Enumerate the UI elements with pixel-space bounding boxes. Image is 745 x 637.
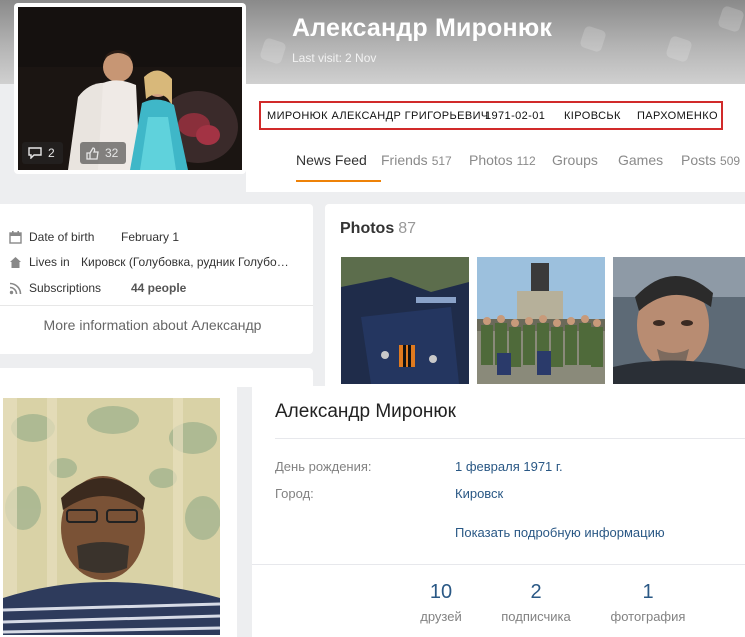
divider: [275, 438, 745, 439]
photo-thumb-selfie[interactable]: [613, 257, 745, 384]
tab-label: Posts: [681, 152, 717, 168]
photo-thumb-parade[interactable]: [341, 257, 469, 384]
vk-stat-label: фотография: [610, 609, 686, 624]
last-visit-label: Last visit:: [292, 51, 343, 65]
vk-stat-value: 2: [530, 581, 542, 603]
tab-label: News Feed: [296, 152, 367, 168]
calendar-icon: [8, 230, 22, 244]
last-visit: Last visit: 2 Nov: [292, 51, 376, 65]
divider: [0, 305, 313, 306]
profile-tabs: News Feed Friends 517 Photos 112 Groups Ga…: [296, 152, 740, 182]
avatar-likes-badge[interactable]: 32: [80, 142, 127, 164]
avatar-comments-badge[interactable]: 2: [22, 142, 63, 164]
vk-profile-avatar[interactable]: [3, 398, 220, 635]
tab-label: Groups: [552, 152, 598, 168]
tab-posts[interactable]: Posts 509: [681, 152, 740, 182]
ok-profile-panel: 2 32 Александр Миронюк Last visit: 2 Nov …: [0, 0, 745, 386]
tab-games[interactable]: Games: [618, 152, 681, 182]
tab-label: Photos: [469, 152, 513, 168]
vk-stat-followers[interactable]: 2 подписчика: [486, 581, 586, 624]
last-visit-value: 2 Nov: [345, 51, 377, 65]
identity-highlight-box: МИРОНЮК АЛЕКСАНДР ГРИГОРЬЕВИЧ 1971-02-01…: [259, 101, 723, 130]
profile-avatar-frame[interactable]: 2 32: [14, 3, 246, 174]
profile-avatar-photo[interactable]: 2 32: [18, 7, 242, 170]
vk-profile-name: Александр Миронюк: [275, 401, 456, 422]
tab-count: 509: [720, 154, 741, 168]
vk-stat-label: подписчика: [501, 609, 571, 624]
vk-stat-friends[interactable]: 10 друзей: [391, 581, 491, 624]
dob-value: February 1: [121, 230, 180, 244]
vk-show-details-link[interactable]: Показать подробную информацию: [455, 525, 665, 540]
photos-card: Photos 87: [325, 204, 745, 386]
tab-friends[interactable]: Friends 517: [381, 152, 469, 182]
photos-title-label: Photos: [340, 220, 395, 237]
photo-thumb-group-monument[interactable]: [477, 257, 605, 384]
comment-icon: [28, 147, 42, 159]
like-icon: [86, 146, 99, 160]
divider: [252, 564, 745, 565]
avatar-likes-count: 32: [105, 146, 119, 160]
vk-birthday-value[interactable]: 1 февраля 1971 г.: [455, 459, 563, 474]
vk-stat-value: 10: [429, 581, 453, 603]
vk-birthday-label: День рождения:: [275, 459, 372, 474]
info-row-subscriptions: Subscriptions 44 people: [8, 279, 186, 297]
avatar-comments-count: 2: [48, 146, 55, 160]
vk-stat-value: 1: [642, 581, 654, 603]
profile-info-card: Date of birth February 1 Lives in Кировс…: [0, 204, 313, 354]
highlight-birth-date: 1971-02-01: [485, 109, 546, 122]
vk-stat-label: друзей: [420, 609, 462, 624]
highlight-district: ПАРХОМЕНКО: [637, 109, 718, 122]
subscriptions-value[interactable]: 44 people: [131, 281, 186, 295]
tab-news-feed[interactable]: News Feed: [296, 152, 381, 182]
tab-count: 517: [431, 154, 452, 168]
subscriptions-label: Subscriptions: [29, 281, 102, 295]
info-row-lives-in: Lives in Кировск (Голубовка, рудник Голу…: [8, 253, 289, 271]
secondary-card: [0, 368, 313, 386]
vk-city-label: Город:: [275, 486, 314, 501]
tab-count: 112: [516, 154, 536, 168]
highlight-city: КІРОВСЬК: [564, 109, 621, 122]
info-row-dob: Date of birth February 1: [8, 228, 179, 246]
more-info-link[interactable]: More information about Александр: [0, 317, 305, 333]
profile-name: Александр Миронюк: [292, 14, 553, 42]
dob-label: Date of birth: [29, 230, 95, 244]
vk-avatar-column: [0, 387, 237, 637]
rss-icon: [8, 281, 22, 295]
tab-label: Friends: [381, 152, 428, 168]
vk-stat-photos[interactable]: 1 фотография: [598, 581, 698, 624]
vk-profile-info: Александр Миронюк День рождения: 1 феврал…: [252, 387, 745, 637]
vk-city-row: Город: Кировск: [275, 486, 503, 501]
vk-birthday-row: День рождения: 1 февраля 1971 г.: [275, 459, 563, 474]
photos-count: 87: [398, 220, 417, 237]
home-icon: [8, 255, 22, 269]
highlight-full-name: МИРОНЮК АЛЕКСАНДР ГРИГОРЬЕВИЧ: [267, 109, 489, 122]
tab-groups[interactable]: Groups: [552, 152, 618, 182]
tab-label: Games: [618, 152, 664, 168]
tab-photos[interactable]: Photos 112: [469, 152, 552, 182]
vk-city-value[interactable]: Кировск: [455, 486, 503, 501]
lives-value[interactable]: Кировск (Голубовка, рудник Голубо…: [81, 255, 289, 269]
lives-label: Lives in: [29, 255, 70, 269]
vk-profile-panel: Александр Миронюк День рождения: 1 феврал…: [0, 387, 745, 637]
photos-title[interactable]: Photos 87: [340, 220, 416, 238]
